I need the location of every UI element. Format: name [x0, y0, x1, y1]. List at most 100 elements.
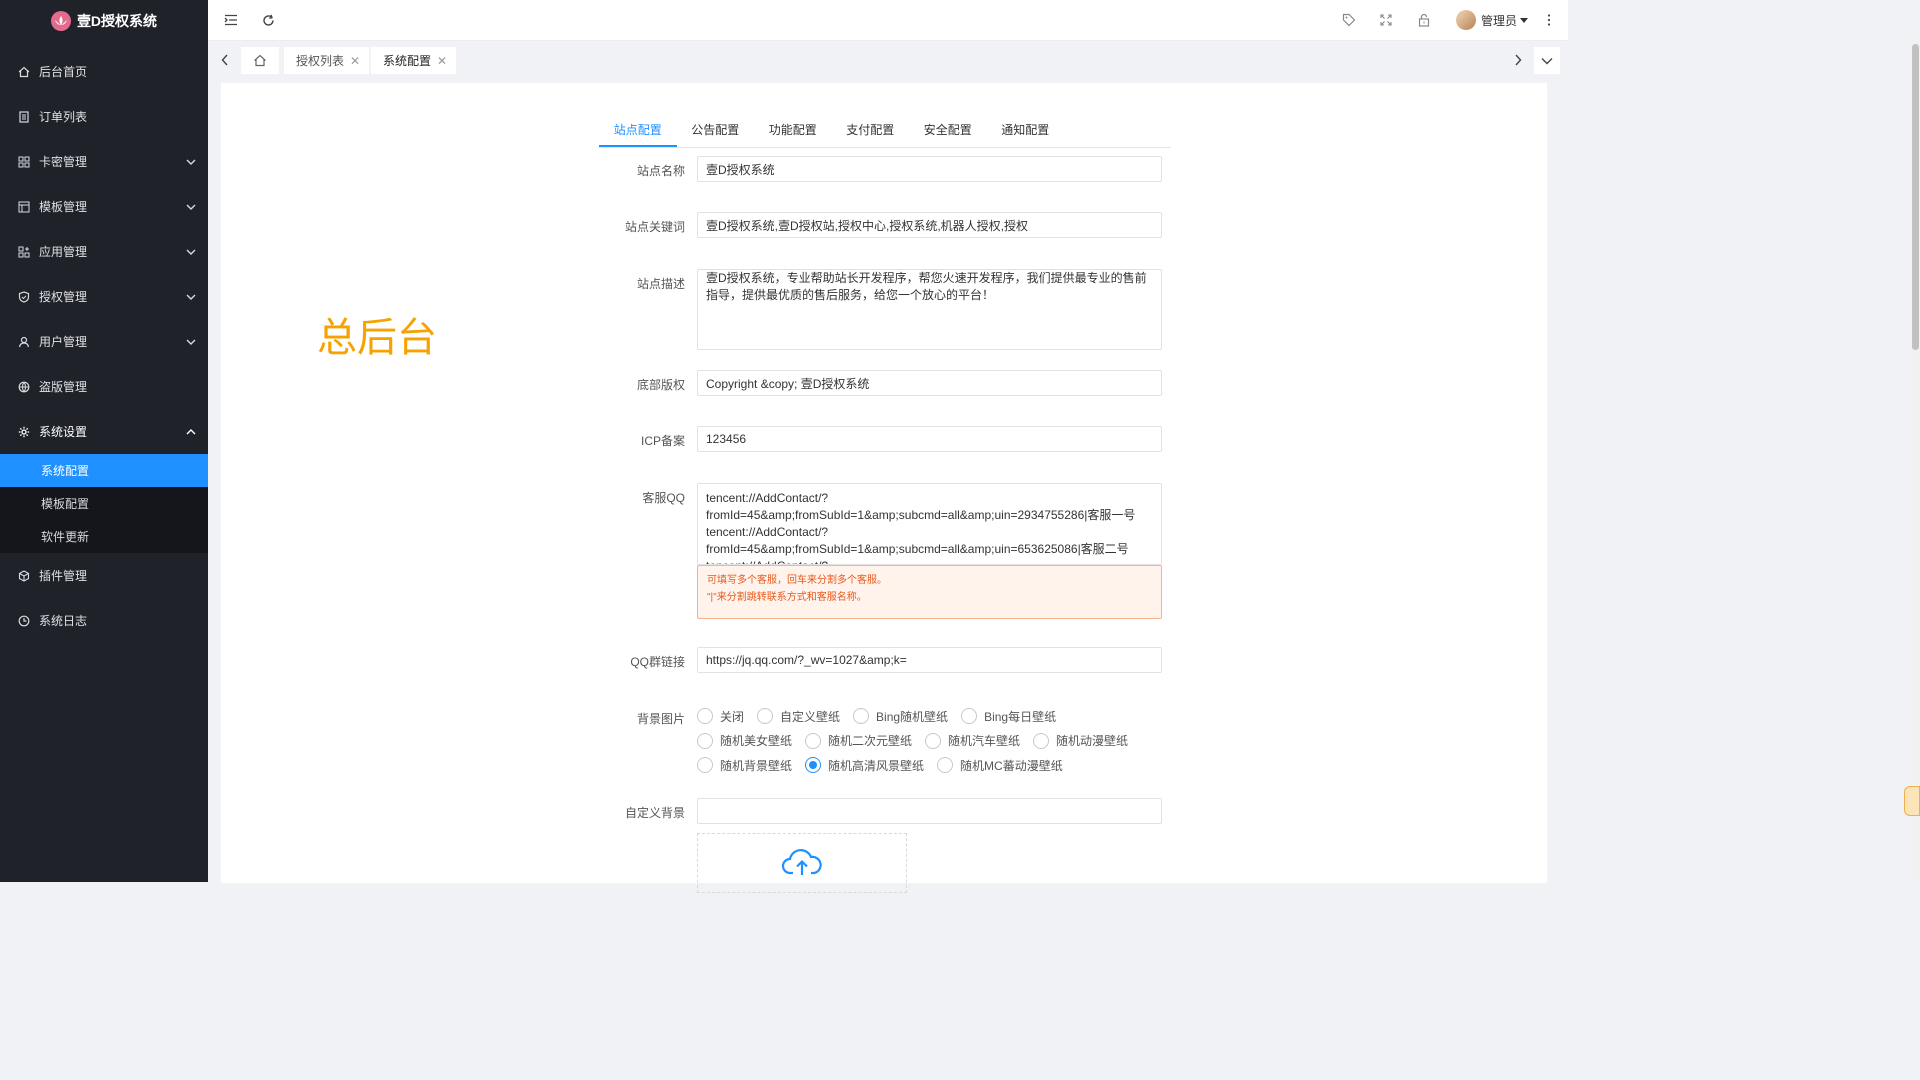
qq-hint: 可填写多个客服，回车来分割多个客服。 "|"来分割跳转联系方式和客服名称。: [697, 565, 1162, 619]
floating-side-button[interactable]: [1904, 786, 1920, 816]
cube-icon: [17, 569, 31, 582]
description-textarea[interactable]: 壹D授权系统，专业帮助站长开发程序，帮您火速开发程序，我们提供最专业的售前指导，…: [697, 269, 1162, 350]
sidebar-subitem-system-config[interactable]: 系统配置: [0, 454, 208, 487]
sidebar-item-label: 卡密管理: [39, 155, 88, 169]
chevron-down-icon: [186, 339, 196, 345]
radio-circle: [937, 757, 954, 774]
sidebar-item-label: 系统日志: [39, 614, 88, 628]
tab-notification-config[interactable]: 通知配置: [987, 117, 1065, 147]
sidebar-subitem-software-update[interactable]: 软件更新: [0, 520, 208, 553]
sidebar-item-label: 系统设置: [39, 425, 88, 439]
keywords-label: 站点关键词: [624, 220, 685, 234]
tab-announcement-config[interactable]: 公告配置: [677, 117, 755, 147]
copyright-input[interactable]: [697, 370, 1162, 396]
icp-input[interactable]: [697, 426, 1162, 452]
clock-icon: [17, 615, 31, 627]
upload-dropzone[interactable]: [697, 833, 907, 893]
globe-icon: [17, 381, 31, 393]
radio-option[interactable]: Bing每日壁纸: [961, 708, 1056, 725]
radio-option[interactable]: 随机动漫壁纸: [1033, 732, 1128, 749]
custom-bg-input[interactable]: [697, 798, 1162, 824]
lock-icon[interactable]: [1415, 11, 1433, 29]
tabs-scroll-right-icon[interactable]: [1510, 52, 1526, 68]
chevron-down-icon: [186, 249, 196, 255]
tab-site-config[interactable]: 站点配置: [599, 117, 677, 147]
radio-option[interactable]: 随机美女壁纸: [697, 732, 792, 749]
gear-icon: [17, 426, 31, 438]
sidebar-item-templates[interactable]: 模板管理: [0, 184, 208, 229]
user-icon: [17, 336, 31, 348]
home-icon: [254, 54, 266, 67]
user-menu[interactable]: 管理员: [1456, 10, 1529, 30]
refresh-icon[interactable]: [259, 11, 277, 29]
app-logo[interactable]: 壹D授权系统: [0, 0, 208, 41]
custom-bg-label: 自定义背景: [624, 806, 685, 820]
menu-collapse-icon[interactable]: [222, 11, 240, 29]
radio-option[interactable]: 随机高清风景壁纸: [805, 757, 924, 774]
sidebar-item-label: 盗版管理: [39, 380, 88, 394]
sidebar-subitem-template-config[interactable]: 模板配置: [0, 487, 208, 520]
icp-label: ICP备案: [640, 434, 685, 448]
keywords-input[interactable]: [697, 212, 1162, 238]
page-tab-auth-list[interactable]: 授权列表 ✕: [284, 47, 370, 74]
grid-icon: [17, 156, 31, 168]
close-icon[interactable]: ✕: [437, 54, 447, 68]
more-vertical-icon[interactable]: [1540, 11, 1558, 29]
page-scrollbar[interactable]: [1911, 41, 1920, 882]
sidebar-item-auth[interactable]: 授权管理: [0, 274, 208, 319]
qq-hint-line: "|"来分割跳转联系方式和客服名称。: [707, 592, 867, 603]
radio-circle: [805, 757, 822, 774]
tag-icon[interactable]: [1340, 11, 1358, 29]
radio-label: Bing随机壁纸: [876, 709, 949, 724]
tab-feature-config[interactable]: 功能配置: [754, 117, 832, 147]
top-bar: 管理员: [208, 0, 1568, 41]
sidebar-item-label: 应用管理: [39, 245, 88, 259]
tab-payment-config[interactable]: 支付配置: [832, 117, 910, 147]
scrollbar-thumb[interactable]: [1912, 44, 1919, 350]
sidebar-item-plugins[interactable]: 插件管理: [0, 553, 208, 598]
tab-security-config[interactable]: 安全配置: [909, 117, 987, 147]
qq-textarea[interactable]: tencent://AddContact/?fromId=45&amp;from…: [697, 483, 1162, 565]
radio-option[interactable]: 随机二次元壁纸: [805, 732, 912, 749]
tabs-scroll-left-icon[interactable]: [217, 52, 233, 68]
radio-option[interactable]: Bing随机壁纸: [853, 708, 948, 725]
settings-submenu: 系统配置 模板配置 软件更新: [0, 454, 208, 553]
radio-option[interactable]: 随机汽车壁纸: [925, 732, 1020, 749]
radio-option[interactable]: 关闭: [697, 708, 744, 725]
radio-circle: [805, 732, 822, 749]
qq-group-label: QQ群链接: [630, 655, 685, 669]
radio-option[interactable]: 随机背景壁纸: [697, 757, 792, 774]
sidebar-item-settings[interactable]: 系统设置: [0, 409, 208, 454]
radio-label: 随机二次元壁纸: [828, 734, 913, 749]
sidebar-item-piracy[interactable]: 盗版管理: [0, 364, 208, 409]
apps-icon: [17, 246, 31, 258]
site-name-input[interactable]: [697, 156, 1162, 182]
radio-option[interactable]: 随机MC蕃动漫壁纸: [937, 757, 1063, 774]
radio-label: 随机汽车壁纸: [948, 734, 1021, 749]
qq-group-input[interactable]: [697, 647, 1162, 673]
fullscreen-icon[interactable]: [1377, 11, 1395, 29]
tabs-dropdown-button[interactable]: [1534, 47, 1560, 74]
radio-label: 随机背景壁纸: [720, 758, 793, 773]
config-tabs: 站点配置 公告配置 功能配置 支付配置 安全配置 通知配置: [599, 117, 1171, 148]
radio-option[interactable]: 自定义壁纸: [757, 708, 840, 725]
lotus-logo-icon: [50, 10, 71, 31]
sidebar-item-cards[interactable]: 卡密管理: [0, 139, 208, 184]
sidebar-item-apps[interactable]: 应用管理: [0, 229, 208, 274]
page-tab-system-config[interactable]: 系统配置 ✕: [371, 47, 457, 74]
radio-circle: [757, 708, 774, 725]
chevron-down-icon: [186, 204, 196, 210]
close-icon[interactable]: ✕: [350, 54, 360, 68]
avatar: [1456, 10, 1476, 30]
sidebar: 壹D授权系统 后台首页 订单列表 卡密管理 模板管理 应用管理 授权管理 用户管…: [0, 0, 208, 882]
sidebar-item-logs[interactable]: 系统日志: [0, 598, 208, 643]
sidebar-item-orders[interactable]: 订单列表: [0, 94, 208, 139]
document-icon: [17, 110, 31, 123]
sidebar-item-users[interactable]: 用户管理: [0, 319, 208, 364]
sidebar-item-label: 插件管理: [39, 569, 88, 583]
caret-down-icon: [1520, 17, 1529, 23]
home-tab[interactable]: [241, 47, 279, 74]
sidebar-item-home[interactable]: 后台首页: [0, 49, 208, 94]
cloud-upload-icon: [782, 849, 822, 875]
page-tab-label: 授权列表: [296, 54, 345, 68]
